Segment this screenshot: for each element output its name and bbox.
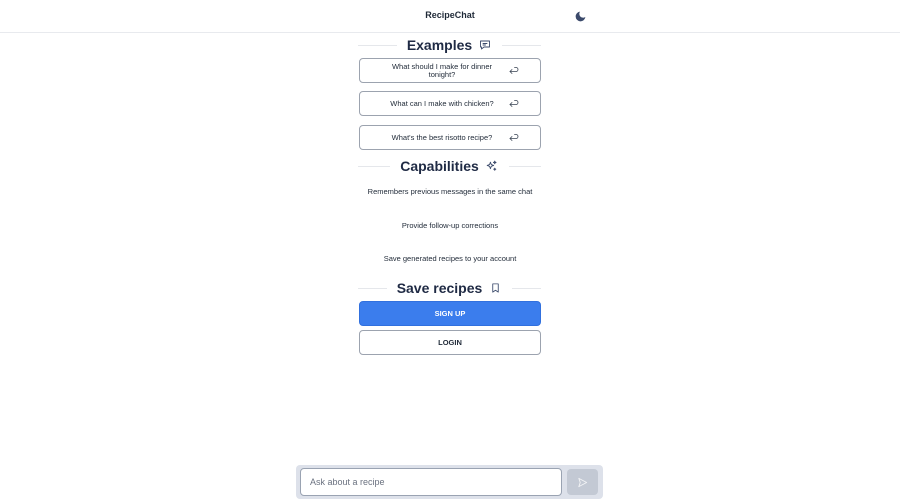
example-prompt-button[interactable]: What can I make with chicken? [359, 91, 541, 116]
sparkles-icon [485, 159, 499, 173]
save-recipes-title: Save recipes [396, 280, 483, 296]
capabilities-title: Capabilities [400, 158, 479, 174]
login-button[interactable]: LOGIN [359, 330, 541, 355]
return-arrow-icon [509, 100, 519, 107]
examples-heading: Examples [358, 36, 541, 54]
divider [358, 44, 397, 46]
moon-icon [575, 11, 585, 21]
examples-title: Examples [406, 37, 473, 53]
app-title: RecipeChat [425, 10, 475, 20]
return-arrow-icon [509, 134, 519, 141]
capability-text: Remembers previous messages in the same … [367, 187, 533, 196]
capability-text: Provide follow-up corrections [401, 221, 499, 230]
return-arrow-icon [509, 67, 519, 74]
divider [358, 165, 391, 167]
divider [512, 287, 541, 289]
chat-bubble-icon [478, 38, 492, 52]
save-recipes-heading: Save recipes [358, 279, 541, 297]
divider [502, 44, 541, 46]
example-prompt-label: What's the best risotto recipe? [391, 132, 493, 142]
example-prompt-button[interactable]: What's the best risotto recipe? [359, 125, 541, 150]
theme-toggle-button[interactable] [572, 8, 588, 24]
send-icon [578, 477, 588, 487]
chat-composer [296, 465, 603, 499]
recipe-question-input[interactable] [300, 468, 562, 496]
capability-text: Save generated recipes to your account [383, 254, 517, 263]
divider [358, 287, 387, 289]
sign-up-button[interactable]: SIGN UP [359, 301, 541, 326]
example-prompt-button[interactable]: What should I make for dinner tonight? [359, 58, 541, 83]
capabilities-heading: Capabilities [358, 157, 541, 175]
example-prompt-label: What can I make with chicken? [390, 98, 494, 108]
divider [508, 165, 541, 167]
example-prompt-label: What should I make for dinner tonight? [391, 61, 493, 79]
bookmark-icon [488, 281, 502, 295]
send-button[interactable] [567, 469, 598, 495]
top-bar: RecipeChat [0, 0, 900, 33]
